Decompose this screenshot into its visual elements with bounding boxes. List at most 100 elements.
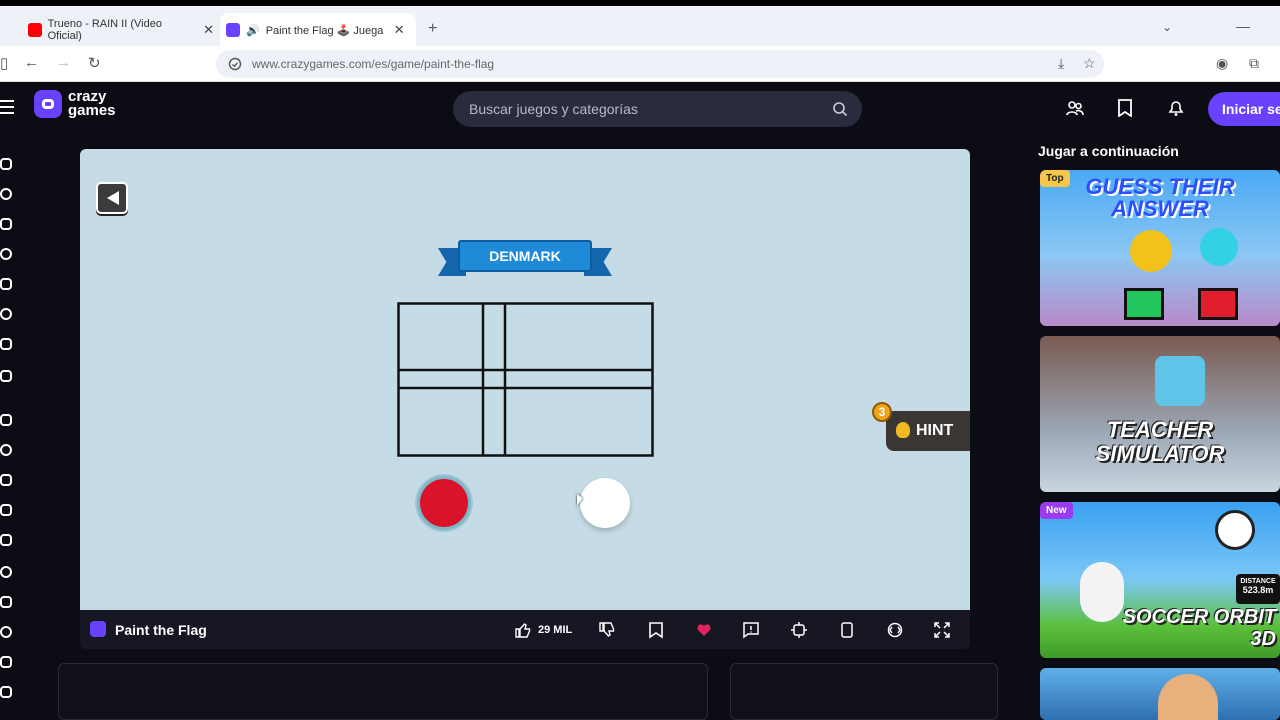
heart-icon[interactable]	[696, 621, 712, 639]
tab-label: Paint the Flag 🕹️ Juega en	[265, 24, 386, 37]
controller-icon[interactable]	[0, 686, 12, 698]
multiplayer-icon[interactable]	[0, 338, 12, 350]
close-icon[interactable]: ✕	[394, 22, 405, 38]
tab-paint-the-flag[interactable]: 🔊 Paint the Flag 🕹️ Juega en ✕	[220, 13, 416, 47]
forward-icon[interactable]: →	[56, 54, 71, 71]
card-title: GUESS THEIR ANSWER	[1085, 174, 1235, 221]
bookmark-icon[interactable]	[649, 621, 663, 639]
back-icon[interactable]: ←	[24, 54, 39, 71]
map-icon	[1155, 356, 1205, 406]
game-card[interactable]: DISTANCE 523.8m SOCCER ORBIT 3D New	[1040, 502, 1280, 658]
sidebar-toggle-icon[interactable]: ▯	[0, 54, 8, 72]
flag-outline[interactable]	[397, 302, 654, 457]
crazygames-icon	[226, 23, 240, 37]
lightbulb-icon	[896, 422, 910, 438]
logo-line2: games	[68, 102, 116, 119]
mouse-cursor	[577, 494, 583, 506]
card-title: TEACHER SIMULATOR	[1095, 417, 1225, 466]
bell-icon[interactable]	[1167, 99, 1185, 117]
search-input[interactable]: Buscar juegos y categorías	[453, 91, 862, 127]
bookmark-icon[interactable]	[1117, 99, 1133, 117]
game-container: DENMARK HINT 3 Paint the Flag 29 MIL	[80, 149, 970, 649]
cyan-character-icon	[1200, 228, 1238, 266]
search-icon[interactable]	[832, 101, 848, 117]
speaker-icon: 🔊	[246, 24, 260, 37]
youtube-icon	[28, 23, 42, 37]
sports-icon[interactable]	[0, 656, 12, 668]
site-header: crazy games Buscar juegos y categorías I…	[0, 82, 1280, 136]
shooting-icon[interactable]	[0, 596, 12, 608]
site-info-icon[interactable]	[228, 57, 242, 71]
browser-tab-bar: Trueno - RAIN II (Video Oficial) ✕ 🔊 Pai…	[0, 0, 1280, 47]
crazygames-logo[interactable]: crazy games	[34, 89, 116, 119]
search-placeholder: Buscar juegos y categorías	[469, 101, 638, 117]
game-title: Paint the Flag	[115, 622, 207, 638]
country-name: DENMARK	[458, 240, 592, 272]
mobile-icon[interactable]	[841, 621, 853, 639]
adventure-icon[interactable]	[0, 444, 12, 456]
game-card[interactable]: TEACHER SIMULATOR	[1040, 336, 1280, 492]
card-title: SOCCER ORBIT 3D	[1122, 606, 1276, 650]
driving-icon[interactable]	[0, 566, 12, 578]
download-icon[interactable]: ⤓	[1058, 55, 1064, 72]
action-icon[interactable]	[0, 414, 12, 426]
fullscreen-icon[interactable]	[934, 621, 950, 639]
report-icon[interactable]	[743, 621, 759, 639]
soccer-ball-icon	[1215, 510, 1255, 550]
sidebar-title: Jugar a continuación	[1038, 143, 1179, 159]
white-paint-swatch[interactable]	[580, 478, 630, 528]
profile-icon[interactable]: ◉	[1216, 55, 1228, 72]
tab-label: Trueno - RAIN II (Video Oficial)	[47, 18, 162, 42]
yellow-character-icon	[1130, 230, 1172, 272]
game-canvas[interactable]: DENMARK HINT 3	[80, 149, 970, 610]
updated-icon[interactable]	[0, 278, 12, 290]
ad-panel	[730, 663, 998, 720]
car-icon[interactable]	[0, 504, 12, 516]
category-icon[interactable]	[0, 370, 12, 382]
crazygames-icon	[90, 621, 106, 637]
new-tab-button[interactable]: +	[428, 20, 437, 38]
red-paint-swatch[interactable]	[417, 476, 471, 530]
recent-icon[interactable]	[0, 188, 12, 200]
hint-label: HINT	[916, 422, 954, 439]
basketball-icon[interactable]	[0, 474, 12, 486]
new-badge: New	[1040, 502, 1073, 519]
casual-icon[interactable]	[0, 534, 12, 546]
logo-mark-icon	[34, 90, 62, 118]
address-bar-row: ▯ ← → ↻ www.crazygames.com/es/game/paint…	[0, 46, 1280, 82]
game-toolbar: Paint the Flag 29 MIL	[80, 610, 970, 649]
game-info-panel	[58, 663, 708, 720]
top-badge: Top	[1040, 170, 1070, 187]
game-card[interactable]: GUESS THEIR ANSWER Top	[1040, 170, 1280, 326]
tab-youtube[interactable]: Trueno - RAIN II (Video Oficial) ✕	[22, 13, 214, 47]
friends-icon[interactable]	[1066, 99, 1084, 117]
back-arrow-button[interactable]	[96, 182, 128, 214]
hint-button[interactable]: HINT	[886, 411, 970, 451]
puzzle-icon[interactable]	[0, 626, 12, 638]
extensions-icon[interactable]: ⧉	[1249, 55, 1259, 72]
game-card[interactable]	[1040, 668, 1280, 720]
runner-icon	[1080, 562, 1124, 622]
thumbs-up-icon	[515, 623, 531, 638]
trending-icon[interactable]	[0, 248, 12, 260]
flag-region-cross-h[interactable]	[400, 372, 651, 387]
home-icon[interactable]	[0, 158, 12, 170]
like-button[interactable]: 29 MIL	[515, 621, 572, 639]
green-button-icon	[1124, 288, 1164, 320]
url-field[interactable]: www.crazygames.com/es/game/paint-the-fla…	[216, 50, 1104, 78]
star-icon[interactable]: ☆	[1083, 55, 1096, 72]
menu-icon[interactable]	[0, 100, 14, 118]
red-button-icon	[1198, 288, 1238, 320]
thumbs-down-icon[interactable]	[599, 621, 615, 639]
embed-icon[interactable]	[791, 621, 807, 639]
close-icon[interactable]: ✕	[203, 22, 214, 38]
country-ribbon: DENMARK	[438, 240, 612, 280]
theater-mode-icon[interactable]	[887, 621, 903, 639]
login-button[interactable]: Iniciar se	[1208, 92, 1280, 126]
minimize-icon[interactable]: —	[1236, 18, 1250, 34]
chevron-down-icon[interactable]: ⌄	[1162, 20, 1172, 34]
new-icon[interactable]	[0, 218, 12, 230]
originals-icon[interactable]	[0, 308, 12, 320]
reload-icon[interactable]: ↻	[88, 54, 101, 72]
like-count: 29 MIL	[538, 624, 573, 636]
